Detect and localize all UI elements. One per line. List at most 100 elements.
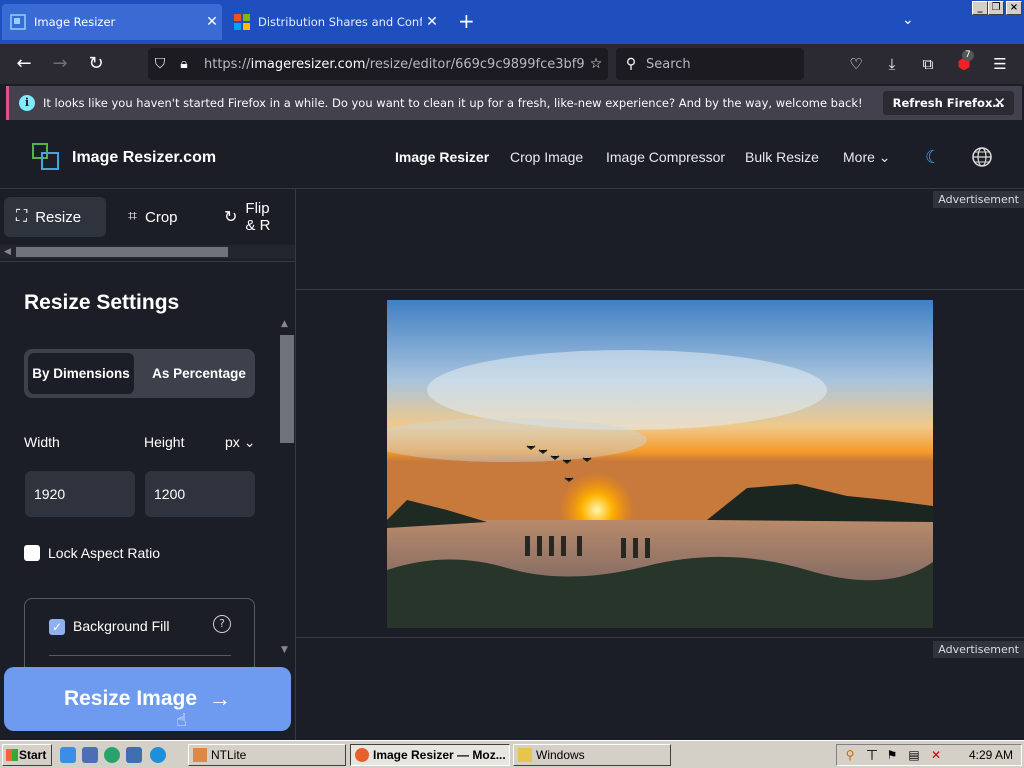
url-path: /resize/editor/669c9c9899fce3bf9b7 — [365, 56, 584, 72]
arrow-right-icon: → — [209, 686, 232, 711]
logo-icon[interactable] — [32, 143, 60, 171]
tab-distribution-shares[interactable]: Distribution Shares and Configuratio ✕ — [226, 4, 442, 40]
close-window-icon[interactable]: × — [1006, 1, 1022, 15]
task-label: Image Resizer — Moz... — [373, 748, 506, 762]
chevron-down-icon[interactable]: ⌄ — [902, 12, 914, 28]
horizontal-scrollbar[interactable]: ◀ — [0, 245, 295, 259]
vertical-scrollbar[interactable]: ▲ ▼ — [278, 319, 294, 659]
lock-icon[interactable]: 🔒︎ — [172, 56, 196, 72]
rotate-icon: ↻ — [224, 209, 238, 226]
search-input[interactable]: ⚲ Search — [616, 48, 804, 80]
tab-label: Distribution Shares and Configuratio — [258, 15, 422, 29]
pocket-icon[interactable]: ♡ — [846, 54, 866, 74]
system-tray: ⚲ ㄒ ⚑ ▤ ✕ 4:29 AM — [836, 744, 1022, 766]
search-icon[interactable]: ⚲ — [843, 748, 857, 762]
globe-language-icon[interactable] — [971, 146, 993, 168]
close-icon[interactable]: ✕ — [993, 94, 1006, 112]
back-arrow-icon[interactable]: ← — [12, 52, 36, 76]
width-input[interactable] — [25, 471, 135, 517]
ie-quicklaunch-icon[interactable] — [60, 747, 76, 763]
firefox-icon — [355, 748, 369, 762]
tool-tabs: ⛶ Resize ⌗ Crop ↻ Flip & R — [0, 189, 295, 245]
nav-more[interactable]: More ⌄ — [843, 149, 891, 166]
reload-icon[interactable]: ↻ — [84, 52, 108, 76]
desktop-quicklaunch-icon[interactable] — [82, 747, 98, 763]
scroll-down-icon[interactable]: ▼ — [281, 645, 288, 655]
task-label: NTLite — [211, 748, 247, 762]
resize-image-button-label: Resize Image — [63, 687, 198, 710]
microsoft-favicon-icon — [234, 14, 250, 30]
flag-icon[interactable]: ⚑ — [885, 748, 899, 762]
tab-crop[interactable]: ⌗ Crop — [116, 197, 190, 237]
edge-quicklaunch-icon[interactable] — [150, 747, 166, 763]
new-tab-icon[interactable]: + — [458, 10, 475, 32]
close-tab-icon[interactable]: ✕ — [422, 14, 442, 30]
start-button[interactable]: Start — [2, 744, 52, 766]
scroll-left-icon[interactable]: ◀ — [4, 245, 11, 259]
restore-icon[interactable]: ❐ — [988, 1, 1004, 15]
browser-titlebar: Image Resizer ✕ Distribution Shares and … — [0, 0, 1024, 44]
shield-icon[interactable]: ⛉ — [148, 56, 172, 72]
tab-image-resizer[interactable]: Image Resizer ✕ — [2, 4, 222, 40]
tab-flip[interactable]: ↻ Flip & R — [212, 197, 295, 237]
crop-icon: ⌗ — [128, 208, 138, 225]
extension-badge: 7 — [962, 50, 974, 61]
star-bookmark-icon[interactable]: ☆ — [584, 56, 608, 72]
help-icon[interactable]: ? — [213, 615, 231, 633]
divider — [296, 637, 1024, 638]
app-quicklaunch-icon[interactable] — [104, 747, 120, 763]
download-icon[interactable]: ⤓ — [882, 54, 902, 74]
by-dimensions-button[interactable]: By Dimensions — [28, 353, 134, 394]
nav-more-label: More — [843, 149, 875, 165]
notification-message: It looks like you haven't started Firefo… — [43, 96, 863, 110]
menu-hamburger-icon[interactable]: ☰ — [990, 54, 1010, 74]
tab-flip-label: Flip & R — [245, 200, 271, 234]
taskbar-item-ntlite[interactable]: NTLite — [188, 744, 346, 766]
tab-label: Image Resizer — [34, 15, 116, 29]
browser-navbar: ← → ↻ ⛉ 🔒︎ https://imageresizer.com/resi… — [0, 44, 1024, 84]
url-domain: imageresizer.com — [250, 56, 366, 72]
extensions-icon[interactable]: ⧉ — [918, 54, 938, 74]
url-bar[interactable]: ⛉ 🔒︎ https://imageresizer.com/resize/edi… — [148, 48, 608, 80]
nav-image-resizer[interactable]: Image Resizer — [395, 149, 489, 165]
close-tab-icon[interactable]: ✕ — [202, 14, 222, 30]
width-label: Width — [24, 434, 60, 450]
nav-image-compressor[interactable]: Image Compressor — [606, 149, 725, 165]
lock-aspect-ratio-label: Lock Aspect Ratio — [48, 545, 161, 561]
image-resizer-favicon-icon — [10, 14, 26, 30]
advertisement-label-top: Advertisement — [933, 191, 1024, 208]
scrollbar-thumb[interactable] — [280, 335, 294, 443]
as-percentage-button[interactable]: As Percentage — [144, 353, 254, 394]
volume-muted-icon[interactable]: ✕ — [929, 748, 943, 762]
url-text[interactable]: https://imageresizer.com/resize/editor/6… — [204, 57, 584, 72]
tab-resize[interactable]: ⛶ Resize — [4, 197, 106, 237]
minimize-icon[interactable]: _ — [972, 1, 988, 15]
divider — [49, 655, 231, 656]
site-logo[interactable]: Image Resizer.com — [72, 149, 216, 167]
windows-flag-icon — [6, 749, 18, 761]
info-icon: i — [19, 95, 35, 111]
scroll-up-icon[interactable]: ▲ — [281, 319, 288, 329]
network-icon[interactable]: ▤ — [907, 748, 921, 762]
background-fill-label: Background Fill — [73, 618, 170, 634]
forward-arrow-icon[interactable]: → — [48, 52, 72, 76]
task-label: Windows — [536, 748, 585, 762]
taskbar-item-windows[interactable]: Windows — [513, 744, 671, 766]
url-prefix: https:// — [204, 56, 251, 72]
unit-select[interactable]: px ⌄ — [225, 434, 255, 451]
nav-bulk-resize[interactable]: Bulk Resize — [745, 149, 819, 165]
lock-aspect-ratio-checkbox[interactable] — [24, 545, 40, 561]
explorer-quicklaunch-icon[interactable] — [126, 747, 142, 763]
ime-icon[interactable]: ㄒ — [865, 748, 879, 762]
settings-title: Resize Settings — [24, 291, 180, 314]
nav-crop-image[interactable]: Crop Image — [510, 149, 583, 165]
scrollbar-thumb[interactable] — [16, 247, 228, 257]
resize-image-button[interactable]: Resize Image → — [4, 667, 291, 731]
lock-aspect-ratio-row[interactable]: Lock Aspect Ratio — [24, 545, 160, 561]
height-input[interactable] — [145, 471, 255, 517]
dark-mode-moon-icon[interactable]: ☾ — [925, 147, 941, 168]
background-fill-checkbox[interactable]: ✓ — [49, 619, 65, 635]
start-label: Start — [19, 748, 47, 762]
taskbar-item-firefox[interactable]: Image Resizer — Moz... — [350, 744, 510, 766]
sunset-photo-preview[interactable] — [387, 300, 933, 628]
